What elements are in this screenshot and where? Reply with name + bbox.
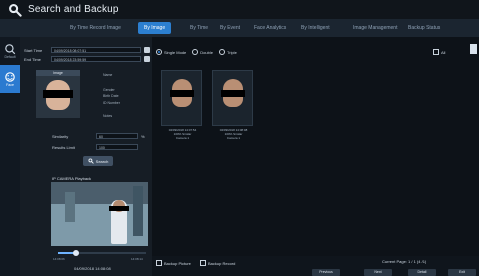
playback-slider[interactable] [58,250,146,256]
search-icon [6,1,24,19]
search-icon [88,158,94,164]
result-thumbnail[interactable]: 04/09/2018 14:07:54 100% Similar Camera … [161,70,202,140]
backup-record-checkbox[interactable]: Backup Record [200,260,235,266]
radio-triple[interactable]: Triple [218,49,237,55]
similarity-unit: % [141,134,145,139]
mode-radios: Single Mode Double Triple [156,49,237,55]
results-limit-field[interactable]: 100 [96,144,138,150]
radio-single-mode[interactable]: Single Mode [156,49,186,55]
playback-video[interactable] [51,182,148,246]
dropdown-toggle[interactable] [470,44,477,54]
previous-button[interactable]: Previous [312,269,340,276]
results-limit-label: Results Limit [52,145,75,150]
thumbnail-caption: 04/09/2018 14:07:54 100% Similar Camera … [162,128,203,140]
checkbox [433,49,439,55]
radio-dot [192,49,199,55]
search-button[interactable]: Search [83,156,113,166]
face-redaction-bar [221,90,245,97]
tab-face-analytics[interactable]: Face Analytics [248,22,292,34]
rail-label: Default [4,55,16,59]
checkbox [156,260,162,266]
info-notes: Notes [103,114,113,118]
end-time-field[interactable]: 04/09/2018 23:59:59 [51,56,141,62]
left-rail: Default Face [0,37,20,276]
face-icon [5,72,15,82]
playback-title: IP CAMERA Playback [52,176,92,181]
tab-by-time[interactable]: By Time [184,22,214,34]
search-button-label: Search [95,158,109,164]
page-title: Search and Backup [28,4,119,15]
current-page: Current Page: 1 / 1 (4 /1) [382,259,427,264]
photo-tab: Image [36,70,80,76]
end-time-label: End Time [24,57,41,62]
calendar-icon[interactable] [144,47,150,53]
thumbnail-caption: 04/09/2018 14:08:08 100% Similar Camera … [213,128,254,140]
detail-button[interactable]: Detail [408,269,436,276]
select-all-label: All [441,49,446,55]
radio-label: Double [200,49,213,55]
info-id-number: ID Number [103,101,120,105]
radio-label: Single Mode [164,49,187,55]
backup-picture-label: Backup Picture [164,260,191,266]
calendar-icon[interactable] [144,56,150,62]
tab-backup-status[interactable]: Backup Status [402,22,446,34]
tab-by-event[interactable]: By Event [214,22,246,34]
rail-label: Face [6,83,14,87]
checkbox [200,260,206,266]
time-start: 14:08:06 [53,257,65,261]
rail-item-default[interactable]: Default [0,37,20,65]
next-button[interactable]: Next [364,269,392,276]
tab-by-image[interactable]: By Image [138,22,172,34]
face-redaction-bar [170,90,194,97]
info-gender: Gender [103,88,115,92]
similarity-label: Similarity [52,134,69,139]
select-all-checkbox[interactable]: All [433,49,445,55]
start-time-label: Start Time [24,48,43,53]
app: Search and Backup By Time Record Image B… [0,0,479,276]
start-time-field[interactable]: 04/09/2018 08:07:51 [51,47,141,53]
face-redaction-bar [43,90,73,98]
time-end: 14:08:14 [131,257,143,261]
slider-knob[interactable] [73,250,79,256]
result-thumbnail[interactable]: 04/09/2018 14:08:08 100% Similar Camera … [212,70,253,140]
playback-timestamp: 04/09/2018 14:08:08 [74,266,111,271]
search-icon [5,44,16,55]
radio-label: Triple [226,49,237,55]
info-name: Name [103,73,113,77]
tab-by-intelligent[interactable]: By Intelligent [295,22,336,34]
tab-by-time-record-image[interactable]: By Time Record Image [64,22,127,34]
info-birth-date: Birth Date [103,94,119,98]
exit-button[interactable]: Exit [448,269,476,276]
backup-record-label: Backup Record [208,260,236,266]
tab-bar: By Time Record Image By Image By Time By… [0,19,479,37]
caption-line: Camera 1 [175,136,190,140]
similarity-field[interactable]: 60 [96,133,138,139]
radio-dot [156,49,162,55]
backup-picture-checkbox[interactable]: Backup Picture [156,260,191,266]
radio-dot [218,49,225,55]
tab-image-management[interactable]: Image Management [347,22,403,34]
title-bar: Search and Backup [0,0,479,19]
rail-item-face[interactable]: Face [0,65,20,93]
caption-line: Camera 1 [226,136,241,140]
radio-double[interactable]: Double [192,49,213,55]
